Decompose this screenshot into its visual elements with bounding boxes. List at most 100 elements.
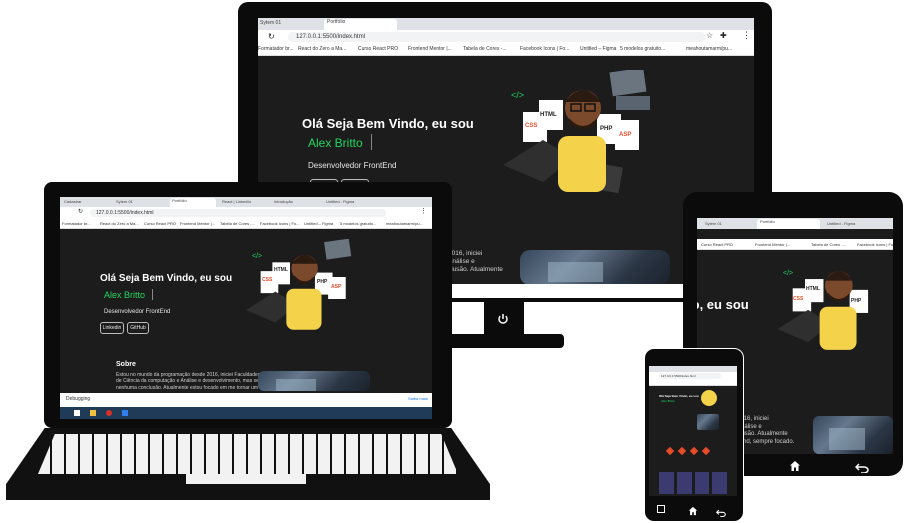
developer-illustration: CSS HTML PHP ASP </> xyxy=(246,238,356,337)
hero-greeting: Olá Seja Bem Vindo, eu sou xyxy=(302,116,474,131)
bookmark[interactable]: meahoutamarm/pu... xyxy=(686,46,732,52)
html-badge: HTML xyxy=(274,267,288,273)
bookmark[interactable]: Curso React PRO xyxy=(701,242,733,247)
bookmark[interactable]: Untitled – Figma xyxy=(304,221,333,226)
code-symbol: </> xyxy=(511,90,525,100)
tab-introducao[interactable]: Introdução xyxy=(274,199,314,204)
recent-apps-icon[interactable] xyxy=(657,505,665,513)
bookmark[interactable]: meahoutamarm/pu... xyxy=(386,221,423,226)
laptop-bookmark-bar: Formatador br... React do Zero a Ma... C… xyxy=(60,219,432,229)
bookmark[interactable]: 5 modelos gratuito... xyxy=(620,46,665,52)
bookmark[interactable]: Tabela de Cores -... xyxy=(811,242,846,247)
laptop-screen: Cadastrar Sytem 01 Portfólio React | Lin… xyxy=(60,197,432,419)
tab-portfolio[interactable]: Portfólio xyxy=(324,19,397,30)
php-badge: PHP xyxy=(600,126,613,132)
windows-taskbar xyxy=(60,407,432,419)
learn-more-link[interactable]: Saiba mais xyxy=(408,396,428,401)
tab-sytem[interactable]: Sytem 01 xyxy=(260,20,320,26)
about-text: Estou no mundo da programação desde 2016… xyxy=(116,372,263,390)
tablet-bookmark-bar: Curso React PRO Frontend Mentor |... Tab… xyxy=(697,239,893,250)
bookmark[interactable]: Facebook Icons | Fo... xyxy=(260,221,300,226)
tab-figma[interactable]: Untitled - Figma xyxy=(326,199,370,204)
linkedin-button[interactable]: Linkedin xyxy=(100,322,124,334)
extension-icon[interactable]: ✚ xyxy=(720,31,727,40)
developer-illustration: CSS HTML PHP ASP </> xyxy=(503,67,653,200)
bookmark[interactable]: 5 modelos gratuito... xyxy=(340,221,376,226)
about-photo xyxy=(697,414,719,430)
phone-bookmark-bar xyxy=(649,380,737,386)
file-explorer-icon[interactable] xyxy=(90,410,96,416)
menu-dots-icon[interactable]: ⋮ xyxy=(420,207,427,215)
monitor-bookmark-bar: Formatador br... React do Zero a Ma... C… xyxy=(258,44,754,56)
tablet-tab-bar: Sytem 01 Portfólio Untitled - Figma xyxy=(697,218,893,229)
reload-icon[interactable]: ↻ xyxy=(78,208,83,215)
reload-icon[interactable]: ↻ xyxy=(268,32,275,41)
bookmark[interactable]: Untitled – Figma xyxy=(580,46,616,52)
project-cards xyxy=(659,472,727,494)
bookmark[interactable]: Tabela de Cores -... xyxy=(463,46,507,52)
github-button[interactable]: GitHub xyxy=(127,322,149,334)
monitor-address-bar: ↻ 127.0.0.1:5500/index.html ☆ ✚ ⋮ xyxy=(258,30,754,44)
bookmark[interactable]: Formatador br... xyxy=(62,221,90,226)
hero-greeting: Olá Seja Bem Vindo, eu sou xyxy=(697,297,749,312)
windows-start-icon[interactable] xyxy=(74,410,80,416)
laptop-tab-bar: Cadastrar Sytem 01 Portfólio React | Lin… xyxy=(60,197,432,207)
laptop-status-bar: Debugging Saiba mais xyxy=(60,393,432,407)
bookmark[interactable]: Tabela de Cores -... xyxy=(220,221,255,226)
tab-cadastrar[interactable]: Cadastrar xyxy=(64,199,104,204)
css-badge: CSS xyxy=(262,277,273,283)
php-badge: PHP xyxy=(851,298,862,304)
hero-name: Alex Britto xyxy=(104,290,146,300)
code-symbol: </> xyxy=(252,253,263,260)
bookmark[interactable]: Curso React PRO xyxy=(144,221,176,226)
tab-linkedin[interactable]: React | LinkedIn xyxy=(222,199,262,204)
hero-role: Desenvolvedor FrontEnd xyxy=(308,161,397,170)
bookmark[interactable]: React do Zero a Ma... xyxy=(298,46,346,52)
bookmark[interactable]: Frontend Mentor |... xyxy=(755,242,790,247)
skills-icons xyxy=(665,446,721,456)
about-title: Sobre xyxy=(116,361,136,368)
monitor-tab-bar: Sytem 01 Portfólio xyxy=(258,18,754,30)
laptop-touchpad xyxy=(186,474,306,484)
bookmark[interactable]: Frontend Mentor |... xyxy=(408,46,452,52)
hero-role: Desenvolvedor FrontEnd xyxy=(104,309,171,315)
typing-cursor xyxy=(152,289,153,300)
bookmark[interactable]: Facebook Icons | Fo... xyxy=(857,242,893,247)
bookmark[interactable]: Facebook Icons | Fo... xyxy=(520,46,569,52)
developer-illustration xyxy=(701,390,717,406)
power-icon[interactable] xyxy=(497,312,509,324)
home-icon[interactable] xyxy=(688,503,698,521)
back-icon[interactable] xyxy=(854,460,869,478)
chrome-icon[interactable] xyxy=(106,410,112,416)
hero-greeting: Olá Seja Bem Vindo, eu sou xyxy=(659,394,699,398)
html-badge: HTML xyxy=(806,286,820,292)
vscode-icon[interactable] xyxy=(122,410,128,416)
phone-screen: 127.0.0.1:5500/index.html Olá Seja Bem V… xyxy=(649,366,737,496)
bookmark[interactable]: Curso React PRO xyxy=(358,46,398,52)
menu-dots-icon[interactable]: ⋮ xyxy=(742,30,751,41)
laptop-keyboard xyxy=(38,434,458,474)
back-icon[interactable] xyxy=(715,504,726,522)
tab-sytem[interactable]: Sytem 01 xyxy=(116,199,156,204)
about-photo xyxy=(520,250,670,285)
tab-portfolio[interactable]: Portfólio xyxy=(170,198,216,207)
url-field[interactable]: 127.0.0.1:5500/index.html xyxy=(659,373,721,379)
debugging-label[interactable]: Debugging xyxy=(66,396,90,402)
tab-figma[interactable]: Untitled - Figma xyxy=(827,221,887,226)
home-icon[interactable] xyxy=(789,459,801,477)
php-badge: PHP xyxy=(317,279,328,285)
about-text-partial: 2016, iniciei Análise e clusão. Atualmen… xyxy=(448,250,503,274)
css-badge: CSS xyxy=(525,123,538,129)
tab-portfolio[interactable]: Portfólio xyxy=(757,219,820,229)
url-field[interactable]: 127.0.0.1:5500/index.html xyxy=(90,209,386,217)
star-icon[interactable]: ☆ xyxy=(706,31,713,40)
bookmark[interactable]: React do Zero a Ma... xyxy=(100,221,139,226)
asp-badge: ASP xyxy=(331,284,342,290)
url-field[interactable]: 127.0.0.1:5500/index.html xyxy=(288,32,706,42)
tab-sytem[interactable]: Sytem 01 xyxy=(705,221,749,226)
bookmark[interactable]: Formatador br... xyxy=(258,46,294,52)
html-badge: HTML xyxy=(540,112,557,118)
about-text-partial: 2016, iniciei Análise e clusão. Atualmen… xyxy=(737,416,795,445)
asp-badge: ASP xyxy=(619,132,632,138)
bookmark[interactable]: Frontend Mentor |... xyxy=(180,221,215,226)
